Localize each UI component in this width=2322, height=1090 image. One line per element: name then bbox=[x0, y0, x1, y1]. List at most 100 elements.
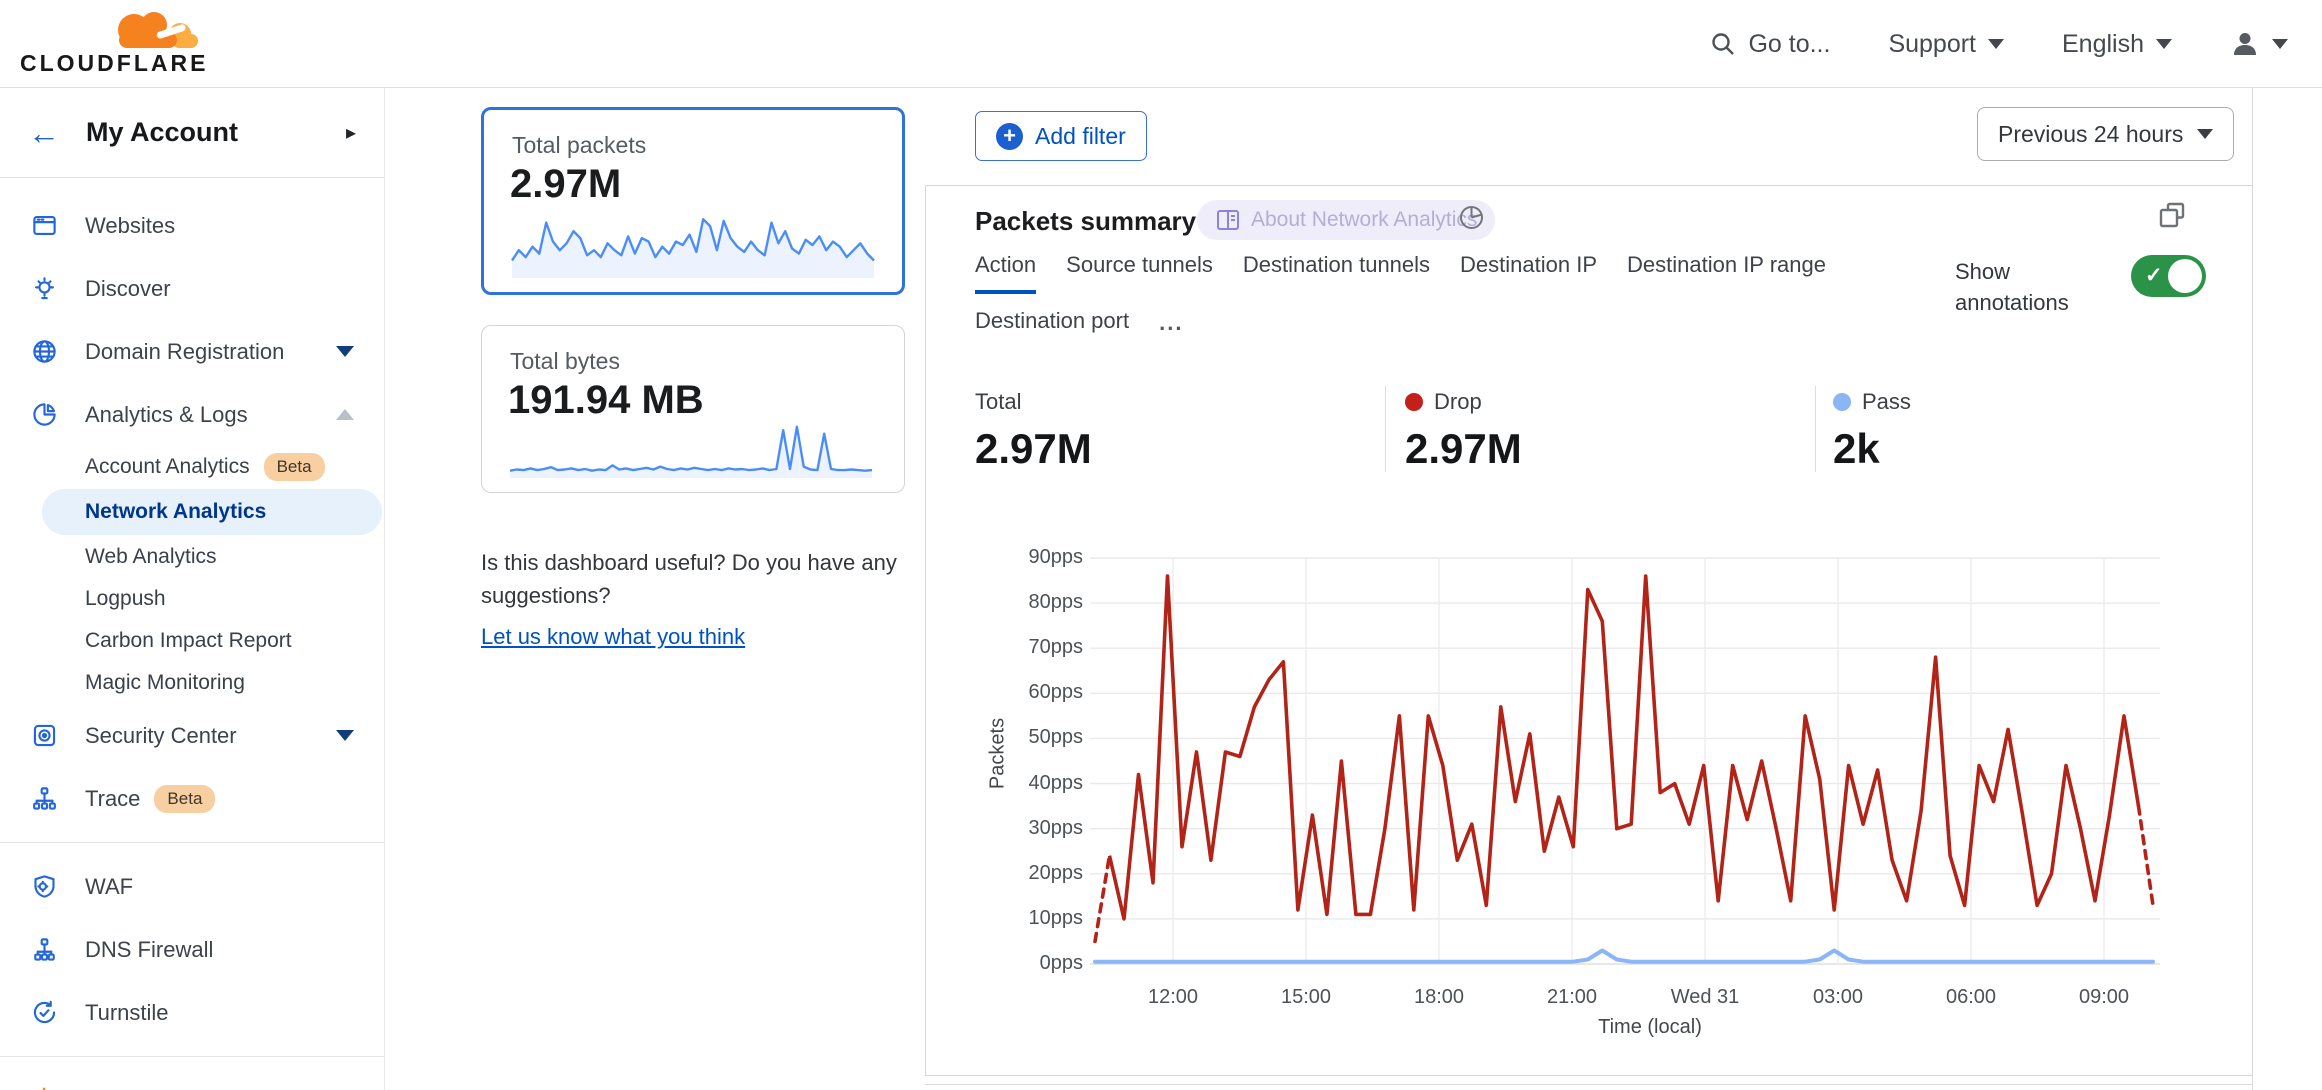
book-icon bbox=[1215, 208, 1241, 232]
websites-icon bbox=[30, 212, 58, 240]
total-packets-value: 2.97M bbox=[510, 162, 621, 207]
add-filter-button[interactable]: + Add filter bbox=[975, 111, 1147, 161]
sidebar-item-dns-firewall[interactable]: DNS Firewall bbox=[0, 918, 384, 981]
stat-value: 2.97M bbox=[975, 425, 1092, 473]
time-range-label: Previous 24 hours bbox=[1998, 121, 2183, 148]
waf-icon bbox=[30, 873, 58, 901]
x-axis-tick: 21:00 bbox=[1507, 986, 1637, 1009]
support-label: Support bbox=[1888, 30, 1976, 59]
sidebar-item-analytics-logs[interactable]: Analytics & Logs bbox=[0, 383, 384, 446]
discover-icon bbox=[30, 275, 58, 303]
sidebar-item-web-analytics[interactable]: Web Analytics bbox=[0, 536, 384, 578]
stat-value: 2.97M bbox=[1405, 425, 1522, 473]
next-panel-top-border bbox=[925, 1084, 2253, 1085]
tab-destination-ip[interactable]: Destination IP bbox=[1460, 252, 1597, 294]
sidebar-divider bbox=[0, 1056, 384, 1057]
plus-icon: + bbox=[996, 123, 1023, 150]
dimension-tabs: Action Source tunnels Destination tunnels D… bbox=[975, 252, 1945, 346]
sidebar-item-domain-registration[interactable]: Domain Registration bbox=[0, 320, 384, 383]
tab-destination-port[interactable]: Destination port bbox=[975, 308, 1129, 346]
trace-icon bbox=[30, 785, 58, 813]
sidebar-item-turnstile[interactable]: Turnstile bbox=[0, 981, 384, 1044]
account-menu[interactable] bbox=[2230, 29, 2288, 59]
sidebar-item-network-analytics[interactable]: Network Analytics bbox=[0, 488, 384, 536]
x-axis-tick: 03:00 bbox=[1773, 986, 1903, 1009]
stat-drop: Drop 2.97M bbox=[1405, 389, 1522, 473]
stat-total: Total 2.97M bbox=[975, 389, 1092, 473]
sidebar-item-label: Logpush bbox=[85, 587, 166, 611]
y-axis-tick: 0pps bbox=[988, 952, 1083, 975]
sidebar-item-waf[interactable]: WAF bbox=[0, 855, 384, 918]
dns-icon bbox=[30, 936, 58, 964]
tab-source-tunnels[interactable]: Source tunnels bbox=[1066, 252, 1213, 294]
total-packets-title: Total packets bbox=[512, 132, 646, 159]
sidebar-item-logpush[interactable]: Logpush bbox=[0, 578, 384, 620]
caret-down-icon bbox=[336, 346, 354, 357]
stat-value: 2k bbox=[1833, 425, 1911, 473]
sidebar-item-magic-monitoring[interactable]: Magic Monitoring bbox=[0, 662, 384, 704]
x-axis-tick: 15:00 bbox=[1241, 986, 1371, 1009]
tab-action[interactable]: Action bbox=[975, 252, 1036, 294]
time-range-dropdown[interactable]: Previous 24 hours bbox=[1977, 107, 2234, 161]
goto-search[interactable]: Go to... bbox=[1710, 30, 1830, 59]
chevron-right-icon[interactable]: ▸ bbox=[346, 120, 356, 145]
chevron-down-icon bbox=[1988, 39, 2004, 49]
back-arrow-icon[interactable]: ← bbox=[28, 117, 60, 149]
total-packets-card[interactable]: Total packets 2.97M bbox=[481, 107, 905, 295]
stat-divider bbox=[1815, 386, 1816, 472]
account-title: My Account bbox=[86, 117, 238, 148]
sidebar-item-label: DNS Firewall bbox=[85, 937, 213, 963]
packets-time-series-chart[interactable] bbox=[1088, 552, 2164, 976]
pie-chart-icon[interactable] bbox=[1458, 204, 1485, 231]
tabs-more-button[interactable]: ... bbox=[1159, 308, 1183, 336]
total-bytes-title: Total bytes bbox=[510, 348, 620, 375]
tab-destination-ip-range[interactable]: Destination IP range bbox=[1627, 252, 1826, 294]
cloudflare-logo[interactable]: CLOUDFLARE bbox=[18, 4, 208, 84]
sidebar-item-trace[interactable]: Trace Beta bbox=[0, 767, 384, 830]
toggle-knob bbox=[2168, 259, 2202, 293]
support-menu[interactable]: Support bbox=[1888, 30, 2004, 59]
feedback-link[interactable]: Let us know what you think bbox=[481, 620, 745, 653]
total-packets-sparkline bbox=[510, 208, 876, 280]
sidebar-item-discover[interactable]: Discover bbox=[0, 257, 384, 320]
beta-badge: Beta bbox=[264, 453, 325, 481]
language-menu[interactable]: English bbox=[2062, 30, 2172, 59]
header-actions: Go to... Support English bbox=[1710, 0, 2288, 88]
sidebar-item-carbon-impact-report[interactable]: Carbon Impact Report bbox=[0, 620, 384, 662]
sidebar-item-label: Security Center bbox=[85, 723, 237, 749]
stat-label: Drop bbox=[1405, 389, 1522, 415]
total-bytes-card[interactable]: Total bytes 191.94 MB bbox=[481, 325, 905, 493]
feedback-text: Is this dashboard useful? Do you have an… bbox=[481, 546, 921, 612]
feedback-block: Is this dashboard useful? Do you have an… bbox=[481, 546, 921, 653]
chevron-down-icon bbox=[2272, 39, 2288, 49]
x-axis-tick: 12:00 bbox=[1108, 986, 1238, 1009]
analytics-icon bbox=[30, 401, 58, 429]
show-annotations-toggle[interactable]: ✓ bbox=[2131, 255, 2206, 297]
sidebar-item-security-center[interactable]: Security Center bbox=[0, 704, 384, 767]
series-dot-icon bbox=[1833, 393, 1851, 411]
y-axis-tick: 10pps bbox=[988, 907, 1083, 930]
x-axis-tick: 09:00 bbox=[2039, 986, 2169, 1009]
stat-label: Total bbox=[975, 389, 1092, 415]
x-axis-tick: 06:00 bbox=[1906, 986, 2036, 1009]
sidebar-item-sunburst[interactable] bbox=[0, 1069, 384, 1090]
sidebar-item-label: Trace bbox=[85, 786, 140, 812]
stat-label: Pass bbox=[1833, 389, 1911, 415]
security-icon bbox=[30, 722, 58, 750]
y-axis-tick: 90pps bbox=[988, 546, 1083, 569]
stat-pass: Pass 2k bbox=[1833, 389, 1911, 473]
sidebar-item-websites[interactable]: Websites bbox=[0, 194, 384, 257]
sidebar-item-label: Websites bbox=[85, 213, 175, 239]
tab-destination-tunnels[interactable]: Destination tunnels bbox=[1243, 252, 1430, 294]
x-axis-tick: 18:00 bbox=[1374, 986, 1504, 1009]
sidebar-item-label: Discover bbox=[85, 276, 171, 302]
about-network-analytics-badge[interactable]: About Network Analytics bbox=[1197, 200, 1495, 240]
series-dot-icon bbox=[1405, 393, 1423, 411]
sidebar-item-account-analytics[interactable]: Account Analytics Beta bbox=[0, 446, 384, 488]
sidebar-item-label: Analytics & Logs bbox=[85, 402, 248, 428]
caret-up-icon bbox=[336, 409, 354, 420]
beta-badge: Beta bbox=[154, 785, 215, 813]
sidebar-item-label: Account Analytics bbox=[85, 455, 250, 479]
sidebar-item-label: Network Analytics bbox=[85, 500, 266, 524]
expand-popout-icon[interactable] bbox=[2157, 200, 2187, 230]
